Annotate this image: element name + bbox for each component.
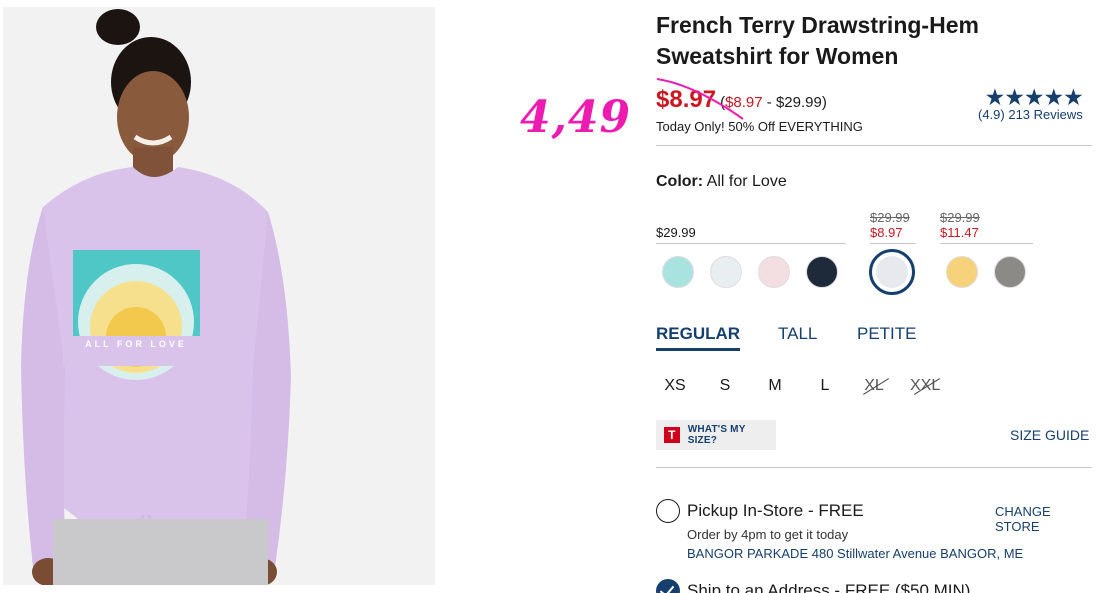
product-title: French Terry Drawstring-Hem Sweatshirt f…	[656, 12, 979, 69]
group-divider	[940, 243, 1033, 244]
handwritten-price-annotation: 4,49	[520, 92, 632, 143]
color-value: All for Love	[706, 173, 787, 190]
change-store-link[interactable]: CHANGE STORE	[995, 504, 1097, 534]
color-label: Color: All for Love	[656, 173, 787, 190]
size-xs[interactable]: XS	[660, 377, 690, 395]
price-group-regular: $29.99	[656, 225, 696, 240]
color-swatch-all-for-love-selected[interactable]	[869, 249, 915, 295]
store-address[interactable]: BANGOR PARKADE 480 Stillwater Avenue BAN…	[687, 546, 1023, 561]
price-row: $8.97 ($8.97 - $29.99)	[656, 86, 827, 114]
color-swatch-navy-burst[interactable]	[806, 256, 838, 288]
color-swatch-yellow-print[interactable]	[946, 256, 978, 288]
star-rating-icon: ★★★★★	[984, 84, 1084, 110]
pickup-note: Order by 4pm to get it today	[687, 527, 849, 542]
pickup-title[interactable]: Pickup In-Store - FREE	[687, 501, 864, 521]
divider	[656, 145, 1092, 146]
model-illustration: ALL FOR LOVE	[3, 7, 435, 585]
tab-petite[interactable]: PETITE	[857, 324, 917, 344]
ship-radio-checked-icon[interactable]	[656, 579, 680, 593]
color-swatch-pale-pink[interactable]	[758, 256, 790, 288]
print-text: ALL FOR LOVE	[85, 339, 187, 349]
reviews-link[interactable]: (4.9) 213 Reviews	[978, 107, 1083, 122]
tab-tall[interactable]: TALL	[778, 324, 817, 344]
pickup-radio[interactable]	[656, 499, 680, 523]
ship-title[interactable]: Ship to an Address - FREE ($50 MIN)	[687, 581, 970, 593]
promo-text: Today Only! 50% Off EVERYTHING	[656, 119, 863, 134]
price-group-sale-2: $29.99 $11.47	[940, 210, 980, 240]
price-range-high: - $29.99)	[762, 94, 827, 111]
color-swatch-white-print[interactable]	[710, 256, 742, 288]
color-swatch-grey-print[interactable]	[994, 256, 1026, 288]
group-divider	[870, 243, 916, 244]
price-group-sale-1: $29.99 $8.97	[870, 210, 910, 240]
size-l[interactable]: L	[810, 377, 840, 395]
color-swatch-mint[interactable]	[662, 256, 694, 288]
size-xl-unavailable[interactable]: XL	[859, 377, 889, 395]
rating[interactable]: ★★★★★ (4.9) 213 Reviews	[978, 84, 1084, 123]
tab-regular[interactable]: REGULAR	[656, 324, 741, 351]
price-range-low: $8.97	[725, 94, 763, 111]
divider	[656, 467, 1092, 468]
sale-price: $8.97	[656, 86, 717, 113]
true-fit-logo-icon: T	[664, 427, 680, 443]
whats-my-size-button[interactable]: T WHAT'S MY SIZE?	[656, 420, 776, 450]
size-xxl-unavailable[interactable]: XXL	[910, 377, 940, 395]
product-image[interactable]: ALL FOR LOVE	[3, 7, 435, 585]
size-m[interactable]: M	[760, 377, 790, 395]
group-divider	[656, 243, 846, 244]
size-s[interactable]: S	[710, 377, 740, 395]
whats-my-size-label: WHAT'S MY SIZE?	[687, 424, 746, 446]
size-guide-link[interactable]: SIZE GUIDE	[1010, 427, 1089, 443]
price-range: ($8.97 - $29.99)	[720, 94, 827, 111]
